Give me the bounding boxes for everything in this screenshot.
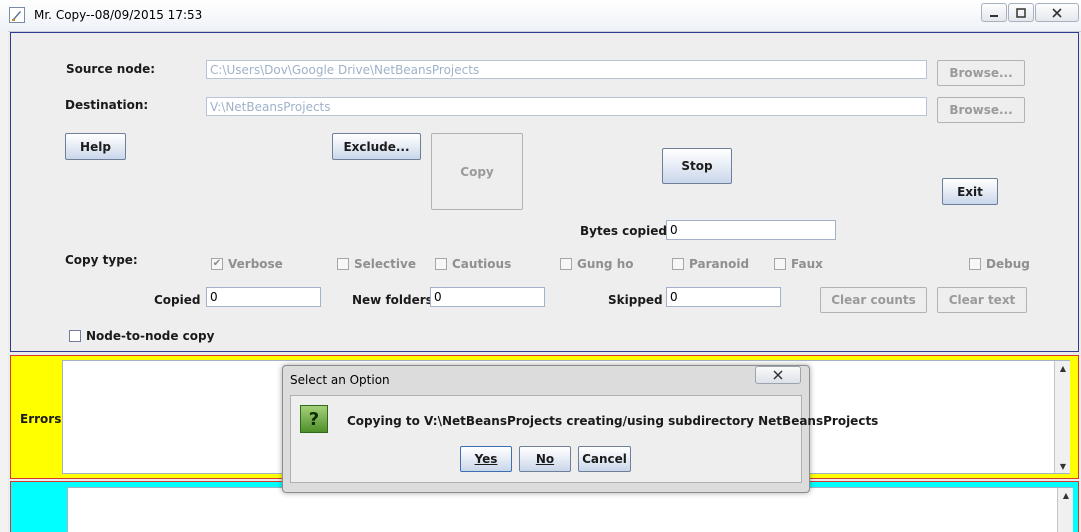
destination-browse-button[interactable]: Browse... <box>937 97 1025 123</box>
source-browse-button[interactable]: Browse... <box>937 60 1025 86</box>
exclude-button[interactable]: Exclude... <box>332 133 421 160</box>
errors-scrollbar[interactable]: ▲ ▼ <box>1054 361 1070 473</box>
question-icon: ? <box>300 405 328 433</box>
checkbox-box <box>969 258 981 270</box>
help-button[interactable]: Help <box>65 133 126 160</box>
maximize-icon[interactable] <box>1008 3 1034 22</box>
faux-label: Faux <box>791 257 823 271</box>
dialog-close-icon[interactable] <box>755 366 801 384</box>
check-icon: ✔ <box>211 258 223 270</box>
checkbox-box <box>337 258 349 270</box>
no-button[interactable]: No <box>519 446 571 472</box>
checkbox-box <box>672 258 684 270</box>
node-to-node-label: Node-to-node copy <box>86 329 215 343</box>
cautious-label: Cautious <box>452 257 512 271</box>
copied-label: Copied <box>154 293 201 307</box>
copy-type-label: Copy type: <box>65 253 138 267</box>
selective-label: Selective <box>354 257 416 271</box>
debug-label: Debug <box>986 257 1030 271</box>
bytes-copied-field[interactable]: 0 <box>666 220 836 240</box>
skipped-field[interactable]: 0 <box>666 287 781 307</box>
selective-checkbox[interactable]: Selective <box>337 257 416 271</box>
cautious-checkbox[interactable]: Cautious <box>435 257 511 271</box>
cancel-button[interactable]: Cancel <box>578 446 631 472</box>
close-icon[interactable] <box>1035 3 1079 22</box>
output-scrollbar[interactable]: ▲ <box>1057 488 1073 532</box>
verbose-checkbox[interactable]: ✔ Verbose <box>211 257 283 271</box>
clear-counts-button[interactable]: Clear counts <box>820 287 927 313</box>
scroll-down-icon[interactable]: ▼ <box>1055 459 1071 473</box>
checkbox-box <box>69 330 81 342</box>
yes-button[interactable]: Yes <box>460 446 512 472</box>
bytes-copied-label: Bytes copied: <box>580 224 672 238</box>
checkbox-box <box>774 258 786 270</box>
node-to-node-checkbox[interactable]: Node-to-node copy <box>69 329 214 343</box>
scroll-up-icon[interactable]: ▲ <box>1055 361 1071 375</box>
dialog-message: Copying to V:\NetBeansProjects creating/… <box>347 414 879 428</box>
debug-checkbox[interactable]: Debug <box>969 257 1030 271</box>
paranoid-checkbox[interactable]: Paranoid <box>672 257 749 271</box>
skipped-label: Skipped <box>608 293 663 307</box>
output-text-area[interactable] <box>67 487 1073 532</box>
new-folders-field[interactable]: 0 <box>430 287 545 307</box>
checkbox-box <box>560 258 572 270</box>
exit-button[interactable]: Exit <box>942 178 998 205</box>
scroll-up-icon[interactable]: ▲ <box>1058 488 1074 502</box>
app-icon <box>9 7 25 23</box>
gung-ho-label: Gung ho <box>577 257 634 271</box>
stop-button[interactable]: Stop <box>662 148 732 184</box>
dialog-title: Select an Option <box>290 373 390 387</box>
destination-field[interactable]: V:\NetBeansProjects <box>206 97 927 116</box>
source-node-field[interactable]: C:\Users\Dov\Google Drive\NetBeansProjec… <box>206 60 927 79</box>
paranoid-label: Paranoid <box>689 257 750 271</box>
source-node-label: Source node: <box>66 62 156 76</box>
window-title: Mr. Copy--08/09/2015 17:53 <box>34 8 203 22</box>
checkbox-box <box>435 258 447 270</box>
left-window-edge <box>0 31 8 532</box>
gung-ho-checkbox[interactable]: Gung ho <box>560 257 634 271</box>
copied-field[interactable]: 0 <box>206 287 321 307</box>
copy-button[interactable]: Copy <box>431 133 523 210</box>
clear-text-button[interactable]: Clear text <box>937 287 1027 313</box>
destination-label: Destination: <box>65 98 149 112</box>
errors-label: Errors <box>20 412 62 426</box>
verbose-label: Verbose <box>228 257 283 271</box>
new-folders-label: New folders <box>352 293 433 307</box>
minimize-icon[interactable] <box>981 3 1007 22</box>
faux-checkbox[interactable]: Faux <box>774 257 823 271</box>
